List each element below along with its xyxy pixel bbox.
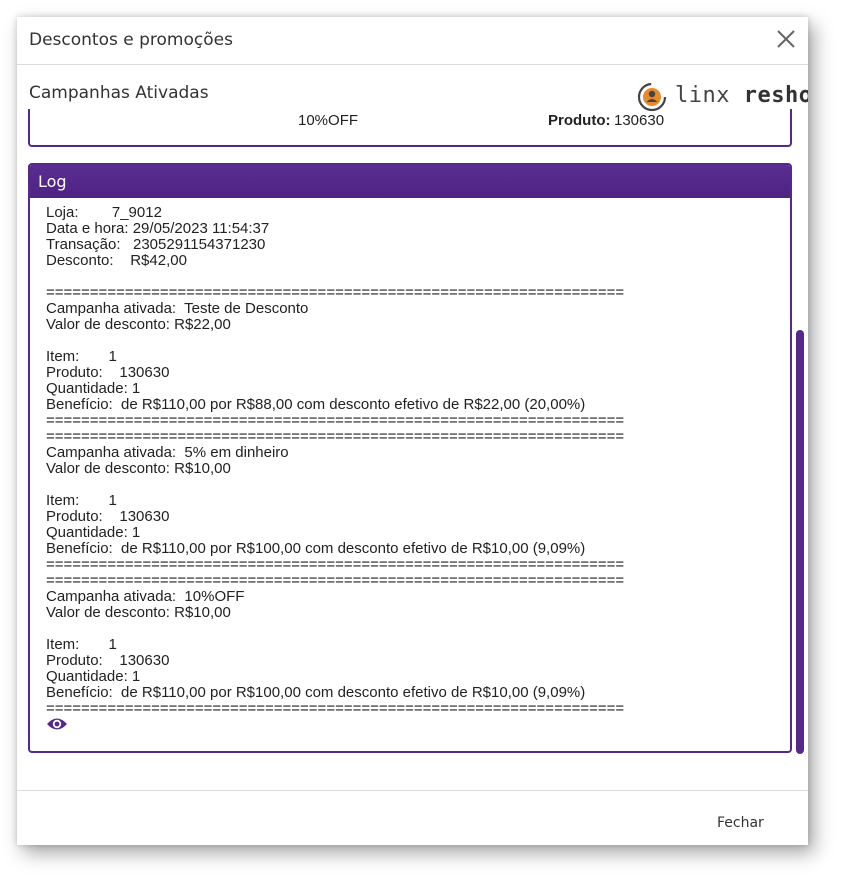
logo-linx-text: linx bbox=[675, 83, 730, 108]
discounts-dialog: Descontos e promoções Campanhas Ativadas… bbox=[17, 17, 808, 845]
log-line: Item: 1 bbox=[46, 636, 117, 653]
log-line: ========================================… bbox=[46, 572, 625, 589]
log-line: Quantidade: 1 bbox=[46, 380, 141, 397]
log-header: Log bbox=[30, 165, 790, 198]
log-line: Loja: 7_9012 bbox=[46, 204, 162, 221]
eye-icon[interactable] bbox=[46, 716, 68, 732]
campaign-product-value: 130630 bbox=[614, 112, 665, 129]
log-panel: Log Loja: 7_9012 Data e hora: 29/05/2023 … bbox=[28, 163, 792, 753]
log-line: Desconto: R$42,00 bbox=[46, 252, 187, 269]
log-line: ========================================… bbox=[46, 700, 625, 717]
log-line: Valor de desconto: R$10,00 bbox=[46, 460, 231, 477]
log-line: Item: 1 bbox=[46, 348, 117, 365]
dialog-titlebar: Descontos e promoções bbox=[17, 17, 808, 65]
log-line: ========================================… bbox=[46, 412, 625, 429]
log-line: Valor de desconto: R$10,00 bbox=[46, 604, 231, 621]
campaign-product-label: Produto: bbox=[548, 112, 611, 129]
log-title: Log bbox=[38, 172, 67, 191]
dialog-title: Descontos e promoções bbox=[29, 30, 233, 50]
linx-reshop-logo-icon bbox=[637, 82, 667, 112]
close-icon[interactable] bbox=[773, 26, 799, 52]
log-line: Item: 1 bbox=[46, 492, 117, 509]
log-line: ========================================… bbox=[46, 428, 625, 445]
log-line: ========================================… bbox=[46, 284, 625, 301]
log-line: Produto: 130630 bbox=[46, 364, 170, 381]
campaign-name: 10%OFF bbox=[298, 112, 359, 129]
log-line: Produto: 130630 bbox=[46, 652, 170, 669]
log-line: Valor de desconto: R$22,00 bbox=[46, 316, 231, 333]
scrollbar[interactable] bbox=[796, 330, 804, 754]
close-button[interactable]: Fechar bbox=[717, 815, 764, 831]
log-line: Quantidade: 1 bbox=[46, 668, 141, 685]
log-line: ========================================… bbox=[46, 556, 625, 573]
log-line: Campanha ativada: 5% em dinheiro bbox=[46, 444, 289, 461]
log-line: Produto: 130630 bbox=[46, 508, 170, 525]
log-line: Transação: 2305291154371230 bbox=[46, 236, 266, 253]
logo-reshop-text: reshop bbox=[743, 83, 808, 108]
log-line: Campanha ativada: 10%OFF bbox=[46, 588, 245, 605]
log-line: Benefício: de R$110,00 por R$88,00 com d… bbox=[46, 396, 586, 413]
log-line: Data e hora: 29/05/2023 11:54:37 bbox=[46, 220, 270, 237]
dialog-footer: Fechar bbox=[17, 790, 808, 845]
section-title: Campanhas Ativadas bbox=[29, 83, 209, 103]
active-campaigns-list: 10%OFF Produto: 130630 bbox=[28, 109, 792, 147]
log-line: Benefício: de R$110,00 por R$100,00 com … bbox=[46, 540, 586, 557]
log-line: Quantidade: 1 bbox=[46, 524, 141, 541]
log-line: Campanha ativada: Teste de Desconto bbox=[46, 300, 309, 317]
campaign-row[interactable]: 10%OFF Produto: 130630 bbox=[30, 112, 790, 136]
log-text: Loja: 7_9012 Data e hora: 29/05/2023 11:5… bbox=[46, 205, 786, 717]
log-line: Benefício: de R$110,00 por R$100,00 com … bbox=[46, 684, 586, 701]
